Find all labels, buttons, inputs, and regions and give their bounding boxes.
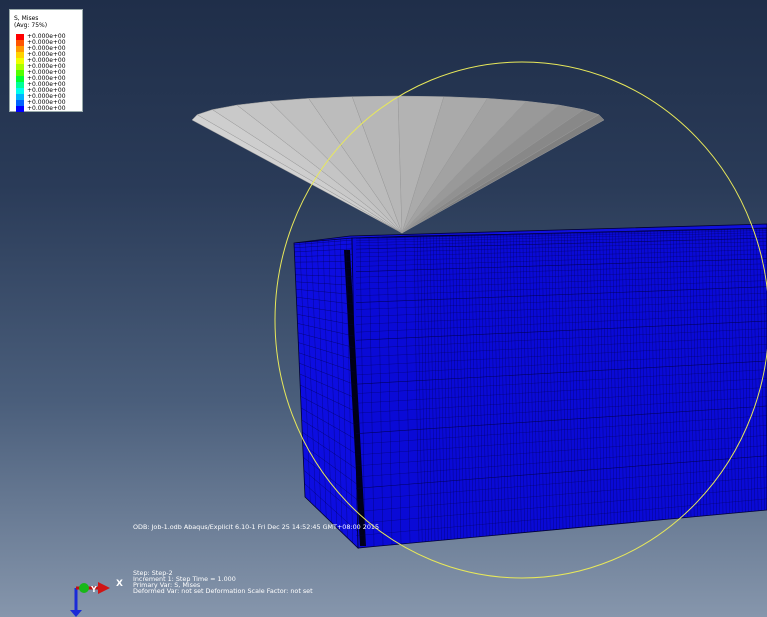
triad-z-arrow-icon [70, 610, 82, 617]
deformed-var-label: Deformed Var: not set Deformation Scale … [133, 587, 313, 595]
contour-legend[interactable]: S, Mises (Avg: 75%) +0.000e+00 +0.000e+00… [9, 9, 83, 112]
legend-title: S, Mises [14, 15, 39, 22]
legend-value: +0.000e+00 [27, 105, 66, 112]
mesh-block[interactable] [293, 223, 767, 549]
model-scene[interactable]: Y [0, 0, 767, 617]
triad-y-ball-icon [79, 583, 89, 593]
triad-x-label: X [116, 579, 123, 589]
model-viewport[interactable]: Y X S, Mises (Avg: 75%) +0.000e+00 +0.000… [0, 0, 767, 617]
triad-y-label: Y [90, 585, 97, 594]
triad-x-arrow-icon [98, 582, 110, 594]
legend-swatch [16, 106, 24, 112]
indenter-cone[interactable] [191, 95, 605, 234]
orientation-triad: Y [70, 582, 110, 617]
odb-info-line: ODB: Job-1.odb Abaqus/Explicit 6.10-1 Fr… [133, 523, 380, 531]
legend-subtitle: (Avg: 75%) [14, 22, 48, 29]
